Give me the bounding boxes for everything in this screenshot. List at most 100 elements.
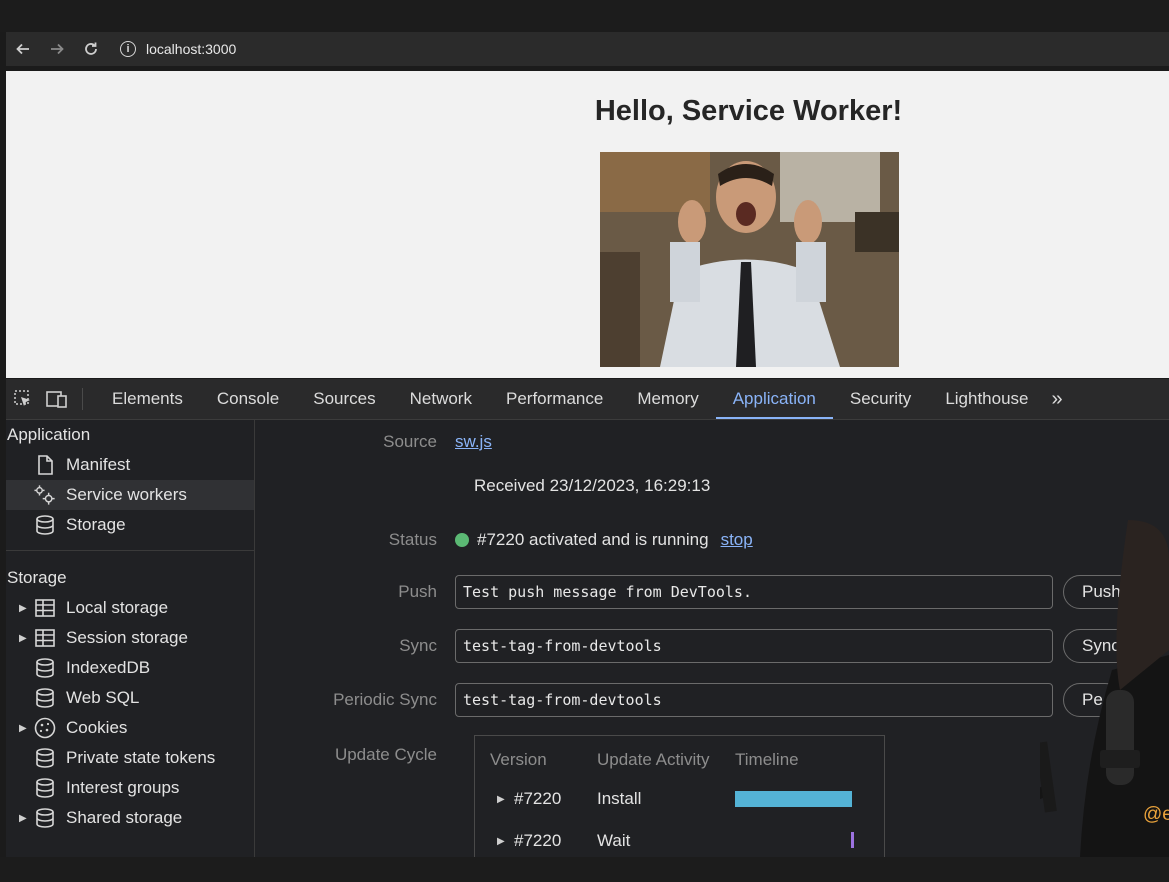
address-bar[interactable]: i localhost:3000 bbox=[112, 35, 246, 63]
status-label: Status bbox=[388, 530, 437, 549]
sidebar-item-label: Web SQL bbox=[66, 688, 140, 707]
forward-arrow-icon bbox=[51, 43, 64, 55]
database-icon bbox=[34, 747, 56, 769]
database-icon bbox=[34, 687, 56, 709]
sync-label: Sync bbox=[399, 636, 437, 655]
page-heading: Hello, Service Worker! bbox=[594, 95, 903, 127]
devtools-tab-bar: Elements Console Sources Network Perform… bbox=[6, 379, 1169, 420]
source-label: Source bbox=[383, 432, 437, 451]
update-cycle-table: Version Update Activity Timeline ▶ #7220… bbox=[474, 735, 885, 857]
tab-console[interactable]: Console bbox=[200, 379, 296, 419]
sidebar-item-manifest[interactable]: Manifest bbox=[6, 450, 254, 480]
more-tabs-icon[interactable]: » bbox=[1052, 388, 1063, 411]
push-message-input[interactable]: Test push message from DevTools. bbox=[455, 575, 1053, 609]
table-row-version: #7220 bbox=[514, 789, 562, 808]
screen-top-bar bbox=[0, 0, 1169, 32]
status-running-icon bbox=[455, 533, 469, 547]
device-mode-icon bbox=[46, 391, 67, 408]
periodic-sync-row: Periodic Sync test-tag-from-devtools Pe bbox=[255, 683, 1122, 717]
sidebar-item-local-storage[interactable]: ▶ Local storage bbox=[6, 593, 254, 623]
sidebar-item-cookies[interactable]: ▶ Cookies bbox=[6, 713, 254, 743]
expand-arrow-icon[interactable]: ▶ bbox=[19, 723, 27, 734]
status-text: #7220 activated and is running bbox=[477, 530, 709, 549]
url-text: localhost:3000 bbox=[146, 41, 237, 57]
sidebar-item-label: Local storage bbox=[66, 598, 169, 617]
tab-sources[interactable]: Sources bbox=[296, 379, 392, 419]
channel-handle-text: @e bbox=[1143, 804, 1169, 825]
install-timeline-bar bbox=[735, 791, 852, 807]
sync-row: Sync test-tag-from-devtools Sync bbox=[255, 629, 1139, 663]
table-row-activity: Install bbox=[597, 789, 642, 808]
sidebar-item-label: IndexedDB bbox=[66, 658, 151, 677]
received-row: Received 23/12/2023, 16:29:13 bbox=[474, 476, 710, 496]
reload-button[interactable] bbox=[74, 32, 108, 66]
celebration-gif-image bbox=[600, 152, 899, 367]
tab-application[interactable]: Application bbox=[715, 379, 834, 419]
database-icon bbox=[34, 807, 56, 829]
sidebar-item-label: Cookies bbox=[66, 718, 128, 737]
source-file-link[interactable]: sw.js bbox=[455, 432, 492, 452]
tab-performance[interactable]: Performance bbox=[489, 379, 620, 419]
expand-arrow-icon[interactable]: ▶ bbox=[19, 813, 27, 824]
sidebar-item-label: Session storage bbox=[66, 628, 188, 647]
sync-tag-input[interactable]: test-tag-from-devtools bbox=[455, 629, 1053, 663]
sidebar-item-label: Service workers bbox=[66, 485, 187, 504]
sidebar-item-indexeddb[interactable]: IndexedDB bbox=[6, 653, 254, 683]
stop-link[interactable]: stop bbox=[721, 530, 753, 550]
expand-row-icon[interactable]: ▶ bbox=[497, 794, 505, 805]
expand-arrow-icon[interactable]: ▶ bbox=[19, 603, 27, 614]
table-icon bbox=[34, 627, 56, 649]
database-icon bbox=[34, 514, 56, 536]
sidebar-item-label: Manifest bbox=[66, 455, 131, 474]
periodic-sync-tag-input[interactable]: test-tag-from-devtools bbox=[455, 683, 1053, 717]
status-row: Status #7220 activated and is running st… bbox=[255, 530, 753, 550]
sidebar-divider bbox=[6, 550, 254, 551]
sidebar-item-label: Storage bbox=[66, 515, 126, 534]
service-worker-details: Source sw.js Received 23/12/2023, 16:29:… bbox=[255, 420, 1169, 857]
column-header-update-activity: Update Activity bbox=[597, 750, 710, 769]
update-cycle-label: Update Cycle bbox=[334, 745, 437, 764]
tab-network[interactable]: Network bbox=[393, 379, 489, 419]
document-icon bbox=[34, 454, 56, 476]
sidebar-item-session-storage[interactable]: ▶ Session storage bbox=[6, 623, 254, 653]
sidebar-section-application: Application bbox=[7, 425, 91, 444]
sidebar-item-shared-storage[interactable]: ▶ Shared storage bbox=[6, 803, 254, 833]
expand-row-icon[interactable]: ▶ bbox=[497, 836, 505, 847]
table-icon bbox=[34, 597, 56, 619]
sidebar-item-private-state-tokens[interactable]: Private state tokens bbox=[6, 743, 254, 773]
column-header-version: Version bbox=[490, 750, 547, 769]
sidebar-item-label: Interest groups bbox=[66, 778, 180, 797]
sidebar-item-label: Shared storage bbox=[66, 808, 183, 827]
sidebar-item-service-workers[interactable]: Service workers bbox=[6, 480, 254, 510]
cookie-icon bbox=[34, 717, 56, 739]
tab-security[interactable]: Security bbox=[833, 379, 928, 419]
gears-icon bbox=[34, 484, 56, 506]
expand-arrow-icon[interactable]: ▶ bbox=[19, 633, 27, 644]
periodic-sync-label: Periodic Sync bbox=[333, 690, 437, 709]
tab-memory[interactable]: Memory bbox=[620, 379, 715, 419]
tab-elements[interactable]: Elements bbox=[95, 379, 200, 419]
sidebar-item-interest-groups[interactable]: Interest groups bbox=[6, 773, 254, 803]
update-cycle-row: Update Cycle bbox=[255, 745, 455, 765]
push-row: Push Test push message from DevTools. Pu… bbox=[255, 575, 1140, 609]
sidebar-item-label: Private state tokens bbox=[66, 748, 216, 767]
browser-toolbar: i localhost:3000 bbox=[6, 32, 1169, 66]
source-row: Source sw.js bbox=[255, 432, 492, 452]
reload-icon bbox=[85, 42, 97, 55]
sidebar-item-web-sql[interactable]: Web SQL bbox=[6, 683, 254, 713]
database-icon bbox=[34, 777, 56, 799]
tab-lighthouse[interactable]: Lighthouse bbox=[928, 379, 1045, 419]
received-timestamp: Received 23/12/2023, 16:29:13 bbox=[474, 476, 711, 495]
site-info-icon[interactable]: i bbox=[120, 41, 136, 57]
presenter-webcam-overlay: @e bbox=[890, 520, 1169, 857]
tab-separator bbox=[82, 388, 83, 410]
sidebar-item-storage[interactable]: Storage bbox=[6, 510, 254, 540]
database-icon bbox=[34, 657, 56, 679]
push-label: Push bbox=[398, 582, 437, 601]
screen-bottom-bar bbox=[0, 857, 1169, 882]
back-button[interactable] bbox=[6, 32, 40, 66]
inspect-element-button[interactable] bbox=[6, 379, 40, 419]
device-toolbar-button[interactable] bbox=[40, 379, 74, 419]
forward-button[interactable] bbox=[40, 32, 74, 66]
table-row-activity: Wait bbox=[597, 831, 631, 850]
